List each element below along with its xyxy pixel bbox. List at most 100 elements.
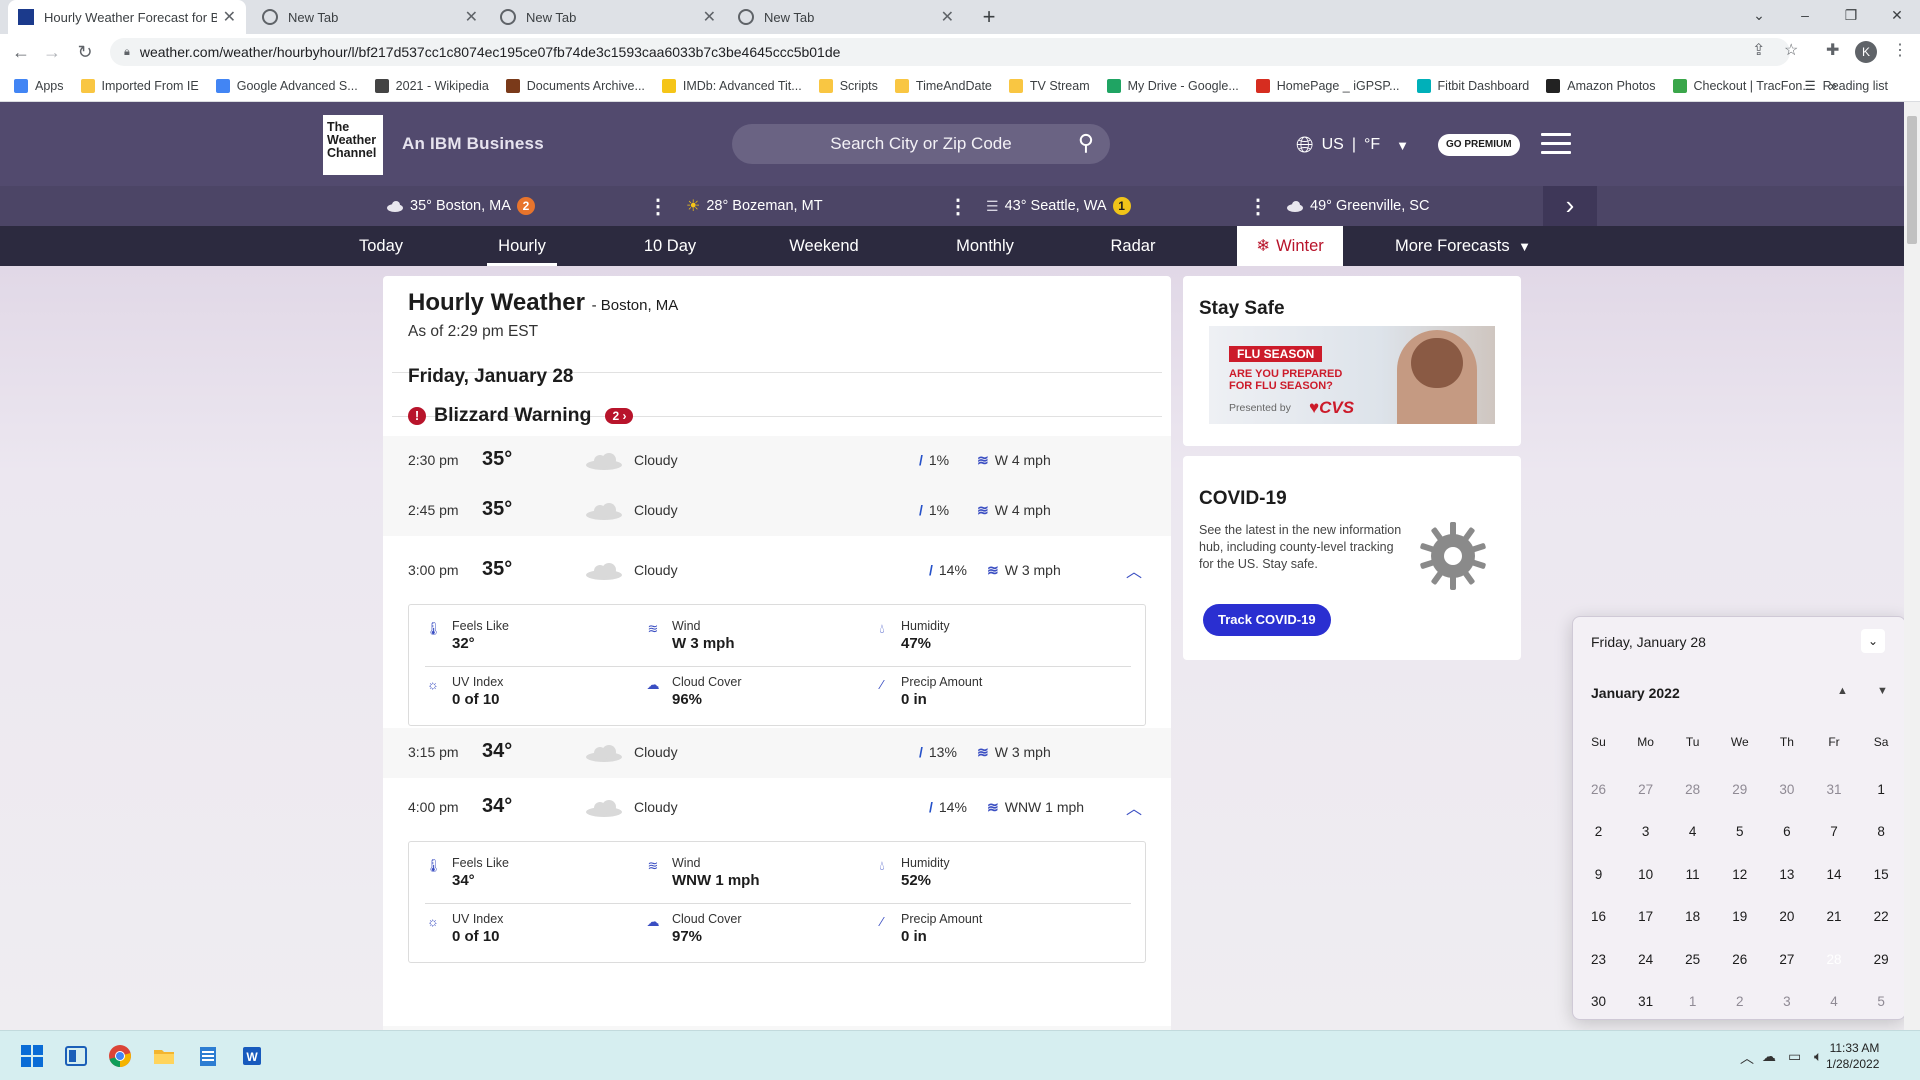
bookmark-star-icon[interactable]: ☆ <box>1784 40 1798 60</box>
calendar-day[interactable]: 26 <box>1716 941 1763 979</box>
windows-start-icon[interactable] <box>20 1044 44 1068</box>
onedrive-icon[interactable]: ☁ <box>1762 1048 1776 1065</box>
calendar-day[interactable]: 5 <box>1858 983 1905 1021</box>
hourly-row[interactable]: 3:15 pm 34° Cloudy / 13% ≋ W 3 mph <box>383 728 1171 778</box>
page-scrollbar[interactable] <box>1904 102 1920 1030</box>
hourly-row[interactable]: 3:00 pm 35° Cloudy / 14% ≋ W 3 mph ︿ <box>383 546 1171 596</box>
calendar-day[interactable]: 3 <box>1622 813 1669 851</box>
notepad-icon[interactable] <box>196 1044 220 1068</box>
calendar-day[interactable]: 5 <box>1716 813 1763 851</box>
calendar-day[interactable]: 14 <box>1811 856 1858 894</box>
calendar-day[interactable]: 30 <box>1763 771 1810 809</box>
close-tab-icon[interactable]: ✕ <box>941 7 954 27</box>
hourly-row[interactable]: 2:30 pm 35° Cloudy / 1% ≋ W 4 mph <box>383 436 1171 486</box>
calendar-day[interactable]: 26 <box>1575 771 1622 809</box>
calendar-day[interactable]: 27 <box>1763 941 1810 979</box>
calendar-day[interactable]: 24 <box>1622 941 1669 979</box>
location-menu-icon[interactable]: ⋮ <box>1248 194 1268 219</box>
calendar-day[interactable]: 2 <box>1575 813 1622 851</box>
location-seattle[interactable]: ☰ 43° Seattle, WA 1 <box>986 186 1131 226</box>
close-tab-icon[interactable]: ✕ <box>465 7 478 27</box>
calendar-day[interactable]: 23 <box>1575 941 1622 979</box>
browser-tab-new-3[interactable]: New Tab ✕ <box>728 0 964 34</box>
flu-season-ad[interactable]: FLU SEASON ARE YOU PREPARED FOR FLU SEASO… <box>1209 326 1495 424</box>
previous-month-icon[interactable]: ▲ <box>1837 685 1848 697</box>
tab-10-day[interactable]: 10 Day <box>637 226 703 266</box>
calendar-day-selected[interactable]: 28 <box>1811 939 1858 979</box>
search-icon[interactable]: ⚲ <box>1078 130 1094 156</box>
calendar-day[interactable]: 29 <box>1716 771 1763 809</box>
calendar-day[interactable]: 1 <box>1858 771 1905 809</box>
calendar-day[interactable]: 9 <box>1575 856 1622 894</box>
address-bar[interactable]: 🔒︎ weather.com/weather/hourbyhour/l/bf21… <box>110 38 1790 66</box>
back-button[interactable]: ← <box>9 40 33 64</box>
tab-today[interactable]: Today <box>348 226 414 266</box>
calendar-day[interactable]: 31 <box>1811 771 1858 809</box>
alert-badge[interactable]: 2 <box>516 197 535 215</box>
location-menu-icon[interactable]: ⋮ <box>948 194 968 219</box>
tab-hourly[interactable]: Hourly <box>487 226 557 266</box>
track-covid-button[interactable]: Track COVID-19 <box>1203 604 1331 636</box>
collapse-chevron-icon[interactable]: ︿ <box>1126 558 1142 582</box>
calendar-day[interactable]: 4 <box>1669 813 1716 851</box>
tab-radar[interactable]: Radar <box>1103 226 1163 266</box>
reload-button[interactable]: ↻ <box>73 40 97 64</box>
blizzard-warning[interactable]: ! Blizzard Warning 2 › <box>408 404 634 427</box>
bookmark-item[interactable]: TimeAndDate <box>894 78 992 93</box>
browser-tab-weather[interactable]: Hourly Weather Forecast for Bos ✕ <box>8 0 246 34</box>
calendar-month[interactable]: January 2022 <box>1591 685 1680 701</box>
location-menu-icon[interactable]: ⋮ <box>648 194 668 219</box>
tab-more-forecasts[interactable]: More Forecasts ▼ <box>1388 226 1538 266</box>
warning-count-badge[interactable]: 2 › <box>605 407 634 424</box>
bookmark-item[interactable]: My Drive - Google... <box>1106 78 1239 93</box>
word-icon[interactable]: W <box>240 1044 264 1068</box>
new-tab-button[interactable]: + <box>976 4 1002 30</box>
region-selector[interactable]: 🌐︎ US | °F ▼ <box>1296 132 1409 158</box>
forward-button[interactable]: → <box>40 40 64 64</box>
go-premium-button[interactable]: GO PREMIUM <box>1438 134 1520 156</box>
minimize-button[interactable]: – <box>1782 0 1828 30</box>
next-month-icon[interactable]: ▼ <box>1877 685 1888 697</box>
bookmark-item[interactable]: Imported From IE <box>80 78 199 93</box>
alert-badge[interactable]: 1 <box>1112 197 1131 215</box>
tab-search-button[interactable]: ⌄ <box>1736 0 1782 30</box>
location-boston[interactable]: 35° Boston, MA 2 <box>386 186 535 226</box>
calendar-day[interactable]: 20 <box>1763 898 1810 936</box>
calendar-day[interactable]: 15 <box>1858 856 1905 894</box>
weather-channel-logo[interactable]: The Weather Channel <box>323 115 383 175</box>
bookmark-item[interactable]: HomePage _ iGPSP... <box>1255 78 1400 93</box>
calendar-day[interactable]: 11 <box>1669 856 1716 894</box>
calendar-day[interactable]: 27 <box>1622 771 1669 809</box>
reading-list-button[interactable]: ☰ Reading list <box>1804 78 1888 94</box>
calendar-day[interactable]: 2 <box>1716 983 1763 1021</box>
bookmark-item[interactable]: Documents Archive... <box>505 78 645 93</box>
location-greenville[interactable]: 49° Greenville, SC <box>1286 186 1429 226</box>
close-tab-icon[interactable]: ✕ <box>223 7 236 27</box>
calendar-day[interactable]: 31 <box>1622 983 1669 1021</box>
calendar-day[interactable]: 22 <box>1858 898 1905 936</box>
file-explorer-icon[interactable] <box>152 1044 176 1068</box>
bookmark-item[interactable]: 2021 - Wikipedia <box>374 78 489 93</box>
bookmark-item[interactable]: Apps <box>14 78 64 93</box>
calendar-day[interactable]: 1 <box>1669 983 1716 1021</box>
collapse-chevron-icon[interactable]: ︿ <box>1126 795 1142 819</box>
hourly-row[interactable]: 2:45 pm 35° Cloudy / 1% ≋ W 4 mph <box>383 486 1171 536</box>
bookmark-item[interactable]: Checkout | TracFon... <box>1672 78 1813 93</box>
calendar-day[interactable]: 21 <box>1811 898 1858 936</box>
hamburger-menu-icon[interactable] <box>1541 133 1571 155</box>
share-icon[interactable]: ⇪ <box>1752 40 1765 60</box>
tab-weekend[interactable]: Weekend <box>784 226 864 266</box>
calendar-day[interactable]: 8 <box>1858 813 1905 851</box>
close-tab-icon[interactable]: ✕ <box>703 7 716 27</box>
search-input[interactable]: Search City or Zip Code ⚲ <box>732 124 1110 164</box>
chevron-down-icon[interactable]: ⌄ <box>1861 629 1885 653</box>
calendar-day[interactable]: 3 <box>1763 983 1810 1021</box>
chrome-icon[interactable] <box>108 1044 132 1068</box>
browser-tab-new-1[interactable]: New Tab ✕ <box>252 0 488 34</box>
calendar-day[interactable]: 30 <box>1575 983 1622 1021</box>
calendar-day[interactable]: 25 <box>1669 941 1716 979</box>
calendar-day[interactable]: 29 <box>1858 941 1905 979</box>
bookmark-item[interactable]: Google Advanced S... <box>215 78 358 93</box>
tab-winter[interactable]: ❄ Winter <box>1237 226 1343 266</box>
bookmark-item[interactable]: Fitbit Dashboard <box>1416 78 1529 93</box>
